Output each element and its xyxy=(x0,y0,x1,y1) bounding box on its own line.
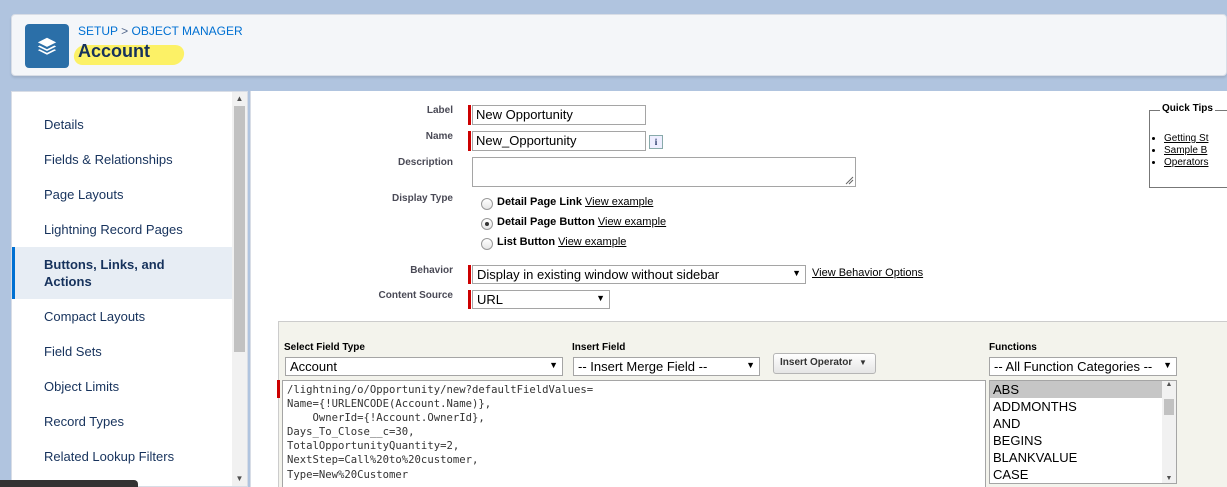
dropdown-arrow-icon: ▼ xyxy=(792,268,801,278)
breadcrumb-separator: > xyxy=(121,24,129,38)
dropdown-arrow-icon: ▼ xyxy=(746,360,755,370)
behavior-select[interactable]: Display in existing window without sideb… xyxy=(472,265,806,284)
option-detail-page-button: Detail Page Button View example xyxy=(497,216,666,228)
view-example-link[interactable]: View example xyxy=(558,236,626,248)
view-example-link[interactable]: View example xyxy=(585,196,653,208)
status-tooltip xyxy=(0,480,138,487)
field-type-select[interactable]: Account ▼ xyxy=(285,357,563,376)
select-field-type-label: Select Field Type xyxy=(284,342,365,353)
breadcrumb: SETUP > OBJECT MANAGER xyxy=(78,24,243,38)
view-example-link[interactable]: View example xyxy=(598,216,666,228)
scroll-down-icon[interactable]: ▼ xyxy=(1162,475,1176,482)
sidebar-item-fields-relationships[interactable]: Fields & Relationships xyxy=(12,151,234,168)
functions-listbox[interactable]: ABS ADDMONTHS AND BEGINS BLANKVALUE CASE… xyxy=(989,380,1177,484)
layers-icon xyxy=(37,37,57,55)
required-indicator xyxy=(468,105,471,125)
function-item[interactable]: AND xyxy=(990,415,1176,432)
option-label: Detail Page Link xyxy=(497,196,582,208)
breadcrumb-setup[interactable]: SETUP xyxy=(78,24,118,38)
required-indicator xyxy=(277,380,280,398)
function-item[interactable]: BEGINS xyxy=(990,432,1176,449)
content-source-select[interactable]: URL ▼ xyxy=(472,290,610,309)
sidebar-item-compact-layouts[interactable]: Compact Layouts xyxy=(12,308,234,325)
content-source-label: Content Source xyxy=(378,290,453,301)
insert-field-label: Insert Field xyxy=(572,342,626,353)
page-title: Account xyxy=(78,41,150,61)
scroll-thumb[interactable] xyxy=(234,106,245,352)
description-textarea[interactable] xyxy=(472,157,856,187)
insert-field-select[interactable]: -- Insert Merge Field -- ▼ xyxy=(573,357,760,376)
scroll-up-icon[interactable]: ▲ xyxy=(1162,381,1176,388)
name-field-label: Name xyxy=(425,131,453,142)
option-list-button: List Button View example xyxy=(497,236,626,248)
quick-tip-link[interactable]: Getting St xyxy=(1164,133,1208,145)
label-input[interactable]: New Opportunity xyxy=(472,105,646,125)
description-field-label: Description xyxy=(397,157,453,168)
main-content: Label New Opportunity Name New_Opportuni… xyxy=(250,91,1227,487)
radio-detail-page-link[interactable] xyxy=(481,198,493,210)
scroll-thumb[interactable] xyxy=(1164,399,1174,415)
scroll-down-icon[interactable]: ▼ xyxy=(232,472,247,486)
option-label: List Button xyxy=(497,236,556,248)
sidebar-item-related-lookup-filters[interactable]: Related Lookup Filters xyxy=(12,448,234,465)
dropdown-arrow-icon: ▼ xyxy=(1163,360,1172,370)
option-label: Detail Page Button xyxy=(497,216,595,228)
quick-tips-list: Getting St Sample B Operators xyxy=(1164,133,1208,169)
field-type-value: Account xyxy=(290,359,337,374)
quick-tip-link[interactable]: Operators xyxy=(1164,157,1208,169)
functions-scrollbar[interactable]: ▲ ▼ xyxy=(1162,381,1176,483)
option-detail-page-link: Detail Page Link View example xyxy=(497,196,653,208)
sidebar: Details Fields & Relationships Page Layo… xyxy=(11,91,248,487)
formula-editor: Select Field Type Account ▼ Insert Field… xyxy=(277,321,1227,487)
breadcrumb-object-manager[interactable]: OBJECT MANAGER xyxy=(132,24,243,38)
radio-list-button[interactable] xyxy=(481,238,493,250)
quick-tip-link[interactable]: Sample B xyxy=(1164,145,1208,157)
function-item[interactable]: BLANKVALUE xyxy=(990,449,1176,466)
sidebar-item-details[interactable]: Details xyxy=(12,116,234,133)
required-indicator xyxy=(468,290,471,309)
sidebar-item-lightning-record-pages[interactable]: Lightning Record Pages xyxy=(12,221,234,238)
function-item[interactable]: CASE xyxy=(990,466,1176,483)
radio-detail-page-button[interactable] xyxy=(481,218,493,230)
insert-operator-label: Insert Operator xyxy=(780,357,853,368)
function-item[interactable]: ABS xyxy=(990,381,1176,398)
dropdown-arrow-icon: ▼ xyxy=(859,358,867,367)
behavior-label: Behavior xyxy=(410,265,453,276)
app-icon xyxy=(25,24,69,68)
sidebar-item-page-layouts[interactable]: Page Layouts xyxy=(12,186,234,203)
sidebar-item-buttons-links-actions[interactable]: Buttons, Links, and Actions xyxy=(12,247,234,299)
info-icon[interactable]: i xyxy=(649,135,663,149)
sidebar-item-field-sets[interactable]: Field Sets xyxy=(12,343,234,360)
behavior-value: Display in existing window without sideb… xyxy=(477,267,720,282)
function-category-select[interactable]: -- All Function Categories -- ▼ xyxy=(989,357,1177,376)
quick-tips-box: Quick Tips Getting St Sample B Operators xyxy=(1149,103,1227,188)
function-item[interactable]: ADDMONTHS xyxy=(990,398,1176,415)
resize-handle-icon[interactable] xyxy=(845,176,854,185)
functions-label: Functions xyxy=(989,342,1037,353)
dropdown-arrow-icon: ▼ xyxy=(596,293,605,303)
name-input[interactable]: New_Opportunity xyxy=(472,131,646,151)
page-header: SETUP > OBJECT MANAGER Account xyxy=(11,14,1227,76)
function-category-value: -- All Function Categories -- xyxy=(994,359,1153,374)
insert-operator-button[interactable]: Insert Operator ▼ xyxy=(773,353,876,374)
label-field-label: Label xyxy=(426,105,453,116)
url-formula-textarea[interactable]: /lightning/o/Opportunity/new?defaultFiel… xyxy=(282,380,986,487)
required-indicator xyxy=(468,265,471,284)
required-indicator xyxy=(468,131,471,151)
view-behavior-options-link[interactable]: View Behavior Options xyxy=(812,267,923,279)
display-type-label: Display Type xyxy=(392,193,453,204)
sidebar-item-object-limits[interactable]: Object Limits xyxy=(12,378,234,395)
dropdown-arrow-icon: ▼ xyxy=(549,360,558,370)
sidebar-item-record-types[interactable]: Record Types xyxy=(12,413,234,430)
scroll-up-icon[interactable]: ▲ xyxy=(232,92,247,106)
content-source-value: URL xyxy=(477,292,504,307)
quick-tips-title: Quick Tips xyxy=(1160,103,1215,114)
sidebar-scrollbar[interactable]: ▲ ▼ xyxy=(232,92,247,486)
insert-field-value: -- Insert Merge Field -- xyxy=(578,359,708,374)
